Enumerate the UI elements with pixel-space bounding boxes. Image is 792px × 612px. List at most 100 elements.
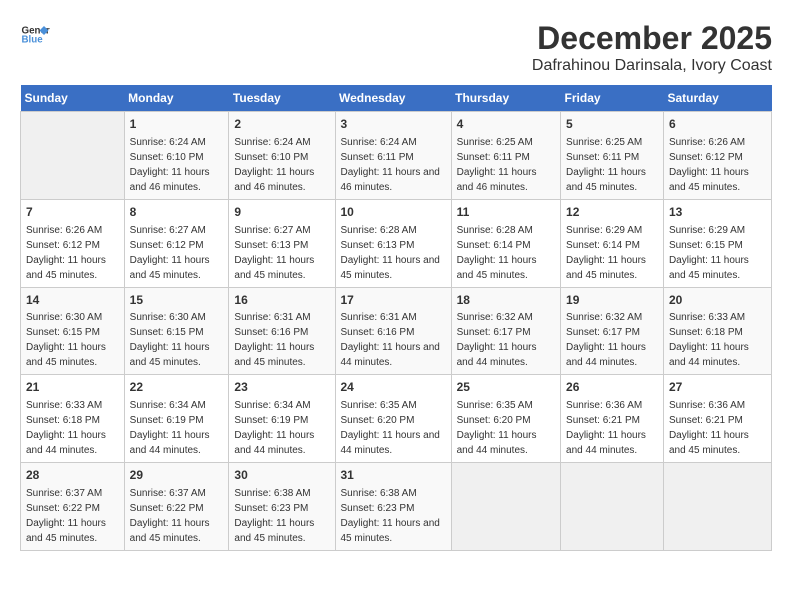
day-info: Sunrise: 6:24 AM Sunset: 6:10 PM Dayligh…: [234, 135, 329, 195]
day-info: Sunrise: 6:27 AM Sunset: 6:13 PM Dayligh…: [234, 223, 329, 283]
day-info: Sunrise: 6:34 AM Sunset: 6:19 PM Dayligh…: [234, 398, 329, 458]
day-number: 18: [457, 292, 555, 309]
day-number: 13: [669, 204, 766, 221]
day-info: Sunrise: 6:34 AM Sunset: 6:19 PM Dayligh…: [130, 398, 224, 458]
day-number: 8: [130, 204, 224, 221]
day-info: Sunrise: 6:33 AM Sunset: 6:18 PM Dayligh…: [669, 310, 766, 370]
logo-icon: General Blue: [20, 20, 50, 50]
title-block: December 2025 Dafrahinou Darinsala, Ivor…: [532, 20, 772, 75]
day-number: 7: [26, 204, 119, 221]
day-number: 16: [234, 292, 329, 309]
day-info: Sunrise: 6:26 AM Sunset: 6:12 PM Dayligh…: [26, 223, 119, 283]
day-info: Sunrise: 6:28 AM Sunset: 6:14 PM Dayligh…: [457, 223, 555, 283]
day-number: 28: [26, 467, 119, 484]
calendar-cell: 15Sunrise: 6:30 AM Sunset: 6:15 PM Dayli…: [124, 287, 229, 375]
calendar-cell: 18Sunrise: 6:32 AM Sunset: 6:17 PM Dayli…: [451, 287, 560, 375]
calendar-cell: 26 Sunrise: 6:36 AM Sunset: 6:21 PM Dayli…: [561, 375, 664, 463]
day-info: Sunrise: 6:38 AM Sunset: 6:23 PM Dayligh…: [341, 486, 446, 546]
logo: General Blue: [20, 20, 50, 50]
day-number: 20: [669, 292, 766, 309]
day-number: 14: [26, 292, 119, 309]
day-info: Sunrise: 6:26 AM Sunset: 6:12 PM Dayligh…: [669, 135, 766, 195]
day-info: Sunrise: 6:31 AM Sunset: 6:16 PM Dayligh…: [234, 310, 329, 370]
day-number: 11: [457, 204, 555, 221]
day-info: Sunrise: 6:30 AM Sunset: 6:15 PM Dayligh…: [130, 310, 224, 370]
day-number: 15: [130, 292, 224, 309]
day-info: Sunrise: 6:36 AM Sunset: 6:21 PM Dayligh…: [566, 398, 658, 458]
calendar-cell: 31 Sunrise: 6:38 AM Sunset: 6:23 PM Dayli…: [335, 463, 451, 551]
calendar-cell: 28 Sunrise: 6:37 AM Sunset: 6:22 PM Dayli…: [21, 463, 125, 551]
week-row-4: 21Sunrise: 6:33 AM Sunset: 6:18 PM Dayli…: [21, 375, 772, 463]
week-row-3: 14Sunrise: 6:30 AM Sunset: 6:15 PM Dayli…: [21, 287, 772, 375]
day-info: Sunrise: 6:35 AM Sunset: 6:20 PM Dayligh…: [341, 398, 446, 458]
calendar-cell: 6 Sunrise: 6:26 AM Sunset: 6:12 PM Daylig…: [663, 112, 771, 200]
calendar-cell: 29 Sunrise: 6:37 AM Sunset: 6:22 PM Dayli…: [124, 463, 229, 551]
day-info: Sunrise: 6:30 AM Sunset: 6:15 PM Dayligh…: [26, 310, 119, 370]
calendar-cell: 8Sunrise: 6:27 AM Sunset: 6:12 PM Daylig…: [124, 199, 229, 287]
calendar-cell: 4 Sunrise: 6:25 AM Sunset: 6:11 PM Daylig…: [451, 112, 560, 200]
day-info: Sunrise: 6:29 AM Sunset: 6:15 PM Dayligh…: [669, 223, 766, 283]
day-number: 2: [234, 116, 329, 133]
calendar-cell: [561, 463, 664, 551]
day-number: 1: [130, 116, 224, 133]
day-info: Sunrise: 6:24 AM Sunset: 6:11 PM Dayligh…: [341, 135, 446, 195]
calendar-cell: 14Sunrise: 6:30 AM Sunset: 6:15 PM Dayli…: [21, 287, 125, 375]
svg-text:Blue: Blue: [22, 35, 44, 46]
weekday-header-tuesday: Tuesday: [229, 85, 335, 112]
day-number: 27: [669, 379, 766, 396]
day-number: 29: [130, 467, 224, 484]
day-number: 10: [341, 204, 446, 221]
day-info: Sunrise: 6:38 AM Sunset: 6:23 PM Dayligh…: [234, 486, 329, 546]
calendar-cell: 13 Sunrise: 6:29 AM Sunset: 6:15 PM Dayli…: [663, 199, 771, 287]
day-number: 4: [457, 116, 555, 133]
day-number: 25: [457, 379, 555, 396]
calendar-cell: 7 Sunrise: 6:26 AM Sunset: 6:12 PM Daylig…: [21, 199, 125, 287]
calendar-cell: 22 Sunrise: 6:34 AM Sunset: 6:19 PM Dayli…: [124, 375, 229, 463]
calendar-cell: 20Sunrise: 6:33 AM Sunset: 6:18 PM Dayli…: [663, 287, 771, 375]
day-number: 12: [566, 204, 658, 221]
day-info: Sunrise: 6:35 AM Sunset: 6:20 PM Dayligh…: [457, 398, 555, 458]
calendar-cell: 3 Sunrise: 6:24 AM Sunset: 6:11 PM Daylig…: [335, 112, 451, 200]
day-number: 17: [341, 292, 446, 309]
day-number: 5: [566, 116, 658, 133]
day-info: Sunrise: 6:37 AM Sunset: 6:22 PM Dayligh…: [130, 486, 224, 546]
calendar-table: SundayMondayTuesdayWednesdayThursdayFrid…: [20, 85, 772, 551]
calendar-cell: 10Sunrise: 6:28 AM Sunset: 6:13 PM Dayli…: [335, 199, 451, 287]
day-info: Sunrise: 6:29 AM Sunset: 6:14 PM Dayligh…: [566, 223, 658, 283]
day-info: Sunrise: 6:36 AM Sunset: 6:21 PM Dayligh…: [669, 398, 766, 458]
calendar-cell: 2 Sunrise: 6:24 AM Sunset: 6:10 PM Daylig…: [229, 112, 335, 200]
week-row-2: 7 Sunrise: 6:26 AM Sunset: 6:12 PM Daylig…: [21, 199, 772, 287]
day-number: 3: [341, 116, 446, 133]
day-info: Sunrise: 6:32 AM Sunset: 6:17 PM Dayligh…: [566, 310, 658, 370]
day-number: 31: [341, 467, 446, 484]
calendar-cell: 17Sunrise: 6:31 AM Sunset: 6:16 PM Dayli…: [335, 287, 451, 375]
calendar-cell: 1 Sunrise: 6:24 AM Sunset: 6:10 PM Daylig…: [124, 112, 229, 200]
day-number: 23: [234, 379, 329, 396]
calendar-cell: 11 Sunrise: 6:28 AM Sunset: 6:14 PM Dayli…: [451, 199, 560, 287]
day-info: Sunrise: 6:24 AM Sunset: 6:10 PM Dayligh…: [130, 135, 224, 195]
weekday-header-friday: Friday: [561, 85, 664, 112]
calendar-cell: [663, 463, 771, 551]
weekday-header-thursday: Thursday: [451, 85, 560, 112]
calendar-cell: 16Sunrise: 6:31 AM Sunset: 6:16 PM Dayli…: [229, 287, 335, 375]
month-title: December 2025: [532, 20, 772, 57]
calendar-cell: 19Sunrise: 6:32 AM Sunset: 6:17 PM Dayli…: [561, 287, 664, 375]
calendar-cell: 23 Sunrise: 6:34 AM Sunset: 6:19 PM Dayli…: [229, 375, 335, 463]
calendar-cell: 5Sunrise: 6:25 AM Sunset: 6:11 PM Daylig…: [561, 112, 664, 200]
day-number: 26: [566, 379, 658, 396]
weekday-header-monday: Monday: [124, 85, 229, 112]
day-number: 6: [669, 116, 766, 133]
day-number: 21: [26, 379, 119, 396]
day-info: Sunrise: 6:25 AM Sunset: 6:11 PM Dayligh…: [457, 135, 555, 195]
calendar-cell: 9Sunrise: 6:27 AM Sunset: 6:13 PM Daylig…: [229, 199, 335, 287]
calendar-cell: 24 Sunrise: 6:35 AM Sunset: 6:20 PM Dayli…: [335, 375, 451, 463]
day-number: 24: [341, 379, 446, 396]
calendar-cell: 21Sunrise: 6:33 AM Sunset: 6:18 PM Dayli…: [21, 375, 125, 463]
week-row-1: 1 Sunrise: 6:24 AM Sunset: 6:10 PM Daylig…: [21, 112, 772, 200]
weekday-header-sunday: Sunday: [21, 85, 125, 112]
page-header: General Blue December 2025 Dafrahinou Da…: [20, 20, 772, 75]
day-number: 19: [566, 292, 658, 309]
day-number: 22: [130, 379, 224, 396]
day-info: Sunrise: 6:37 AM Sunset: 6:22 PM Dayligh…: [26, 486, 119, 546]
weekday-header-saturday: Saturday: [663, 85, 771, 112]
